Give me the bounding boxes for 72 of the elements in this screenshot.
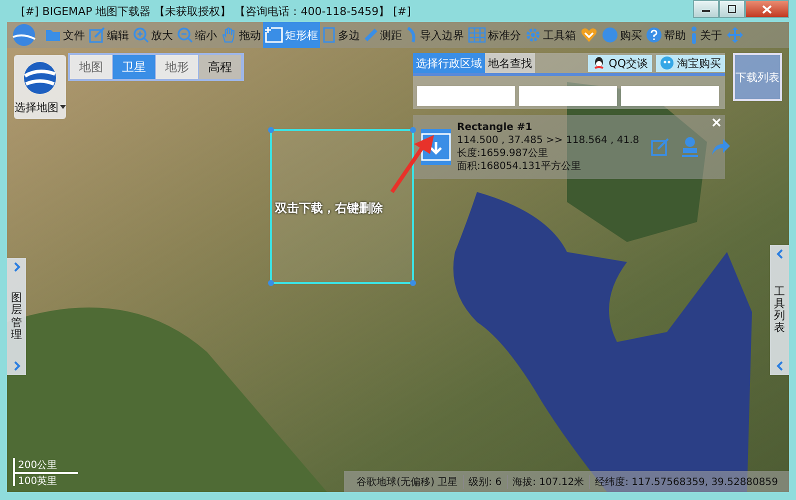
grid-icon: [468, 27, 486, 43]
status-text: 谷歌地球(无偏移) 卫星: [356, 476, 459, 488]
toolbar-button[interactable]: 缩小: [175, 22, 219, 48]
toolbar-button[interactable]: 购买: [600, 22, 644, 48]
map-type-tab[interactable]: 卫星: [113, 55, 156, 79]
shape-length: 长度:1659.987公里: [457, 147, 550, 160]
hand-icon: [221, 27, 237, 43]
status-text: 级别: 6: [462, 474, 507, 488]
zoom-in-icon: [133, 27, 149, 43]
toolbar-button[interactable]: 标准分: [466, 22, 523, 48]
help-icon: [646, 27, 662, 43]
app-logo-icon[interactable]: [11, 23, 37, 47]
chevron-icon: [776, 249, 784, 259]
shop-button[interactable]: 淘宝购买: [656, 54, 725, 72]
circle-icon: [602, 27, 618, 43]
polygon-icon: [322, 27, 336, 43]
side-panel-tab[interactable]: 图层管理: [7, 258, 26, 375]
minimize-button[interactable]: [693, 0, 719, 18]
scale-label: 200公里: [15, 458, 78, 474]
toolbar-button[interactable]: 矩形框: [263, 22, 320, 48]
map-type-tab[interactable]: 高程: [199, 55, 242, 79]
toolbar-button[interactable]: 工具箱: [523, 22, 578, 48]
share-icon[interactable]: [711, 138, 732, 156]
shape-coordinates: 114.500 , 37.485 >> 118.564 , 41.8: [457, 134, 640, 147]
close-button[interactable]: [745, 0, 789, 18]
status-text: 海拔: 107.12米: [506, 474, 590, 488]
maximize-button[interactable]: [719, 0, 745, 18]
close-icon: [762, 4, 772, 14]
stamp-icon[interactable]: [681, 136, 700, 158]
toolbar-button[interactable]: 文件: [43, 22, 87, 48]
toolbar-button[interactable]: 多边: [320, 22, 362, 48]
toolbar-button[interactable]: 导入边界: [404, 22, 466, 48]
region-dropdown[interactable]: [519, 86, 617, 106]
edit-icon[interactable]: [651, 138, 670, 156]
shape-area: 面积:168054.131平方公里: [457, 160, 640, 173]
window-title: [#] BIGEMAP 地图下载器 【未获取授权】 【咨询电话：400-118-5459】 [#]: [21, 4, 411, 19]
status-text: 经纬度: 117.57568359, 39.52880859: [589, 474, 783, 488]
toolbar-button[interactable]: 帮助: [644, 22, 688, 48]
shape-title: Rectangle #1: [457, 121, 534, 134]
search-tab[interactable]: 地名查找: [485, 53, 535, 73]
move-icon: [726, 26, 744, 44]
toolbar-button[interactable]: 放大: [131, 22, 175, 48]
toolbar-button[interactable]: 编辑: [87, 22, 131, 48]
download-icon: [421, 133, 451, 161]
pointer-arrow: [390, 134, 436, 194]
gear-icon: [525, 27, 541, 43]
smiley-icon: [660, 56, 674, 70]
toolbar-button[interactable]: 测距: [362, 22, 404, 48]
scale-label: 100英里: [17, 474, 58, 488]
penguin-icon: [592, 56, 606, 70]
ruler-icon: [364, 27, 378, 43]
map-selector-button[interactable]: 选择地图: [14, 55, 66, 119]
chevron-icon: [776, 361, 784, 371]
close-icon[interactable]: [712, 118, 721, 127]
zoom-out-icon: [177, 27, 193, 43]
search-tab[interactable]: 选择行政区域: [413, 53, 485, 73]
toolbar-button[interactable]: 关于: [688, 22, 724, 48]
chat-button[interactable]: QQ交谈: [588, 54, 652, 72]
toolbar-button[interactable]: 拖动: [219, 22, 263, 48]
chevron-icon: [12, 361, 20, 371]
region-dropdown[interactable]: [621, 86, 719, 106]
caret-icon: [60, 105, 66, 109]
edit-icon: [89, 27, 105, 43]
info-icon: [690, 26, 698, 44]
chevron-icon: [12, 262, 20, 272]
heart-icon: [580, 27, 598, 43]
region-dropdown[interactable]: [417, 86, 515, 106]
maximize-icon: [727, 5, 737, 13]
folder-icon: [45, 28, 61, 42]
side-panel-tab[interactable]: 工具列表: [770, 245, 789, 375]
selection-hint: 双击下载，右键删除: [275, 200, 383, 217]
curve-icon: [406, 27, 418, 43]
